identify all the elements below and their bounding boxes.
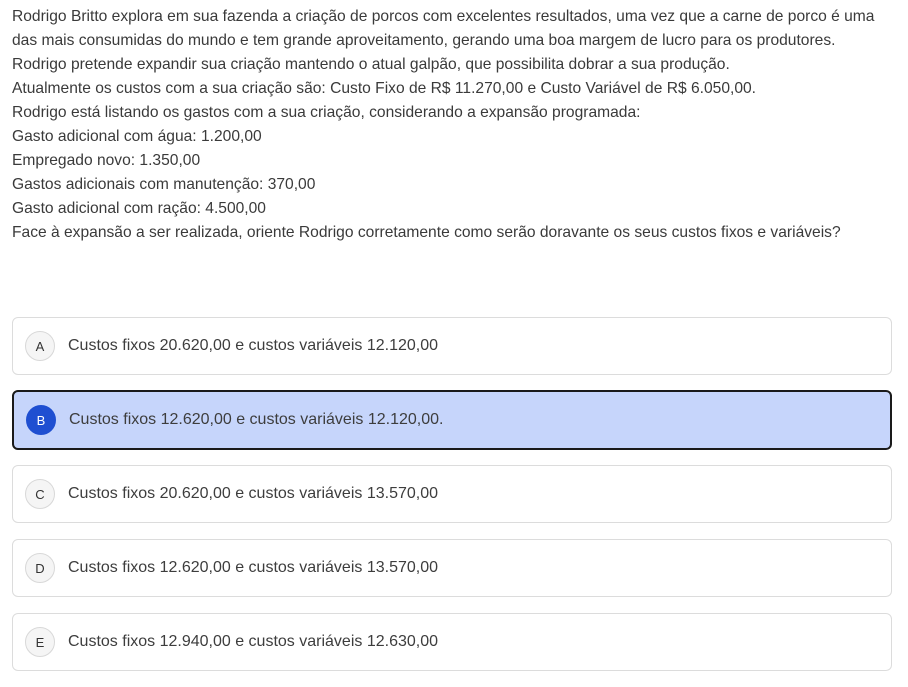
option-e[interactable]: E Custos fixos 12.940,00 e custos variáv… <box>12 613 892 671</box>
option-letter-badge: C <box>25 479 55 509</box>
question-text: Rodrigo Britto explora em sua fazenda a … <box>12 5 882 245</box>
option-c[interactable]: C Custos fixos 20.620,00 e custos variáv… <box>12 465 892 523</box>
option-letter-badge: D <box>25 553 55 583</box>
option-text: Custos fixos 20.620,00 e custos variávei… <box>68 337 438 354</box>
question-paragraph: Rodrigo está listando os gastos com a su… <box>12 104 641 121</box>
option-letter-badge: A <box>25 331 55 361</box>
question-paragraph: Empregado novo: 1.350,00 <box>12 152 201 169</box>
option-text: Custos fixos 12.940,00 e custos variávei… <box>68 633 438 650</box>
question-paragraph: Gastos adicionais com manutenção: 370,00 <box>12 176 316 193</box>
option-text: Custos fixos 12.620,00 e custos variávei… <box>68 559 438 576</box>
question-paragraph: Face à expansão a ser realizada, oriente… <box>12 224 841 241</box>
option-b[interactable]: B Custos fixos 12.620,00 e custos variáv… <box>12 390 892 450</box>
question-paragraph: Gasto adicional com ração: 4.500,00 <box>12 200 266 217</box>
option-letter-badge: B <box>26 405 56 435</box>
answer-options: A Custos fixos 20.620,00 e custos variáv… <box>12 317 892 687</box>
question-paragraph: Rodrigo pretende expandir sua criação ma… <box>12 56 730 73</box>
option-a[interactable]: A Custos fixos 20.620,00 e custos variáv… <box>12 317 892 375</box>
option-text: Custos fixos 12.620,00 e custos variávei… <box>69 411 444 428</box>
question-paragraph: Gasto adicional com água: 1.200,00 <box>12 128 262 145</box>
question-paragraph: Rodrigo Britto explora em sua fazenda a … <box>12 8 875 49</box>
option-d[interactable]: D Custos fixos 12.620,00 e custos variáv… <box>12 539 892 597</box>
option-letter-badge: E <box>25 627 55 657</box>
question-paragraph: Atualmente os custos com a sua criação s… <box>12 80 757 97</box>
option-text: Custos fixos 20.620,00 e custos variávei… <box>68 485 438 502</box>
